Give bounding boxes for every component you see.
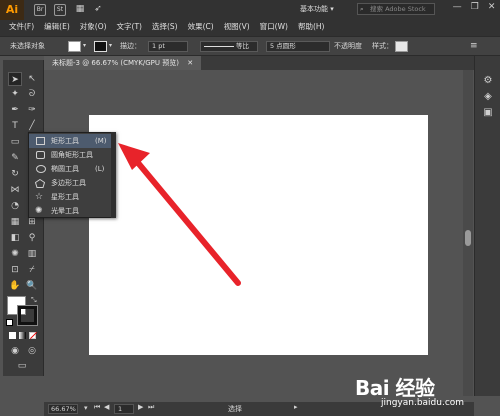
annotation-arrow [118,143,241,286]
artboard-number-field[interactable]: 1 [114,404,134,414]
arrow-head [118,143,150,170]
watermark-url: jingyan.baidu.com [381,398,465,408]
previous-artboard-icon[interactable]: ◀ [104,403,109,411]
next-artboard-icon[interactable]: ▶ [138,403,143,411]
status-menu-icon[interactable]: ▸ [294,403,298,411]
first-artboard-icon[interactable]: ⏮ [94,403,100,412]
baidu-jingyan-watermark: Bai 经验 jingyan.baidu.com [355,370,500,414]
zoom-field[interactable]: 66.67% [48,404,78,414]
zoom-dropdown-icon[interactable]: ▾ [84,404,88,412]
watermark-brand: Bai 经验 [355,376,435,400]
artboard-number: 1 [118,405,123,413]
arrow-shaft [131,155,241,286]
zoom-value: 66.67% [51,405,76,413]
last-artboard-icon[interactable]: ⏭ [148,403,154,412]
status-text[interactable]: 选择 [228,402,242,416]
